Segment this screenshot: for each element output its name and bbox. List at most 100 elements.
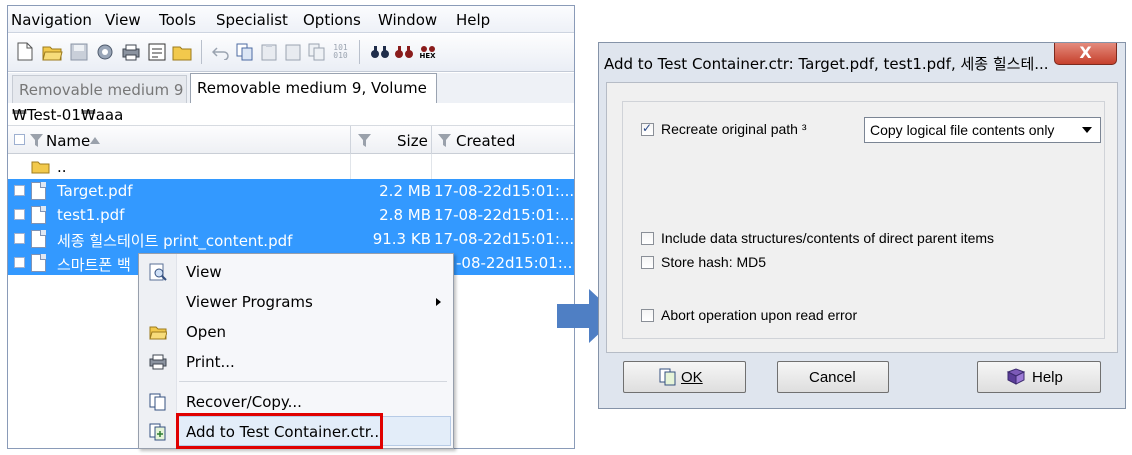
file-created: 17-08-22d15:01:... — [434, 206, 575, 224]
ctx-item-recover-copy[interactable]: Recover/Copy... — [139, 388, 453, 416]
open-folder-icon — [149, 323, 167, 341]
ctx-item-viewer-programs[interactable]: Viewer Programs — [139, 288, 453, 316]
gear-icon[interactable] — [94, 41, 115, 62]
menu-window[interactable]: Window — [378, 11, 437, 29]
properties-icon[interactable] — [146, 41, 167, 62]
created-filter-icon[interactable] — [438, 134, 451, 147]
file-name: 스마트폰 백 — [57, 256, 131, 274]
copy-icon[interactable] — [234, 41, 255, 62]
include-parent-label: Include data structures/contents of dire… — [661, 230, 995, 246]
toolbar-separator — [201, 40, 202, 64]
table-row[interactable]: 세종 힐스테이트 print_content.pdf 91.3 KB 17-08… — [8, 227, 574, 251]
annotation-highlight-box — [176, 413, 383, 449]
filter-icon[interactable] — [30, 134, 43, 147]
column-divider[interactable] — [431, 126, 432, 154]
row-checkbox[interactable] — [14, 233, 25, 244]
recreate-path-label: Recreate original path ³ — [661, 121, 807, 137]
file-icon — [31, 230, 46, 248]
ctx-label: Recover/Copy... — [186, 393, 302, 411]
menu-tools[interactable]: Tools — [159, 11, 196, 29]
store-hash-label: Store hash: MD5 — [661, 254, 767, 270]
ok-icon — [659, 368, 677, 390]
close-button[interactable]: X — [1054, 43, 1117, 65]
file-size: 2.2 MB — [379, 182, 431, 200]
menu-view[interactable]: View — [105, 11, 141, 29]
file-icon — [31, 206, 46, 224]
sort-ascending-icon — [90, 137, 100, 144]
folder-icon[interactable] — [172, 41, 193, 62]
file-created: -08-22d15:01:... — [456, 254, 575, 272]
save-icon[interactable] — [68, 41, 89, 62]
menu-specialist[interactable]: Specialist — [216, 11, 288, 29]
undo-icon[interactable] — [210, 41, 231, 62]
new-doc-icon[interactable] — [14, 41, 35, 62]
file-name: Target.pdf — [57, 182, 133, 200]
ctx-separator — [179, 381, 447, 382]
dialog-title: Add to Test Container.ctr: Target.pdf, t… — [604, 55, 1049, 73]
ctx-label: Print... — [186, 353, 235, 371]
ok-button[interactable]: OK — [623, 361, 746, 393]
menu-navigation[interactable]: Navigation — [11, 11, 92, 29]
search-next-icon[interactable] — [393, 41, 414, 62]
column-divider[interactable] — [350, 126, 351, 154]
menu-bar: Navigation View Tools Specialist Options… — [8, 6, 574, 33]
dialog-body: Recreate original path ³ Copy logical fi… — [606, 82, 1118, 353]
toolbar-separator — [359, 40, 360, 64]
copy-files-icon — [149, 393, 167, 411]
ok-label: OK — [681, 369, 703, 386]
include-parent-checkbox[interactable] — [641, 232, 654, 245]
table-row[interactable]: Target.pdf 2.2 MB 17-08-22d15:01:... — [8, 179, 574, 203]
print-icon[interactable] — [120, 41, 141, 62]
help-button[interactable]: Help — [977, 361, 1101, 393]
file-size: 91.3 KB — [372, 230, 431, 248]
menu-options[interactable]: Options — [303, 11, 361, 29]
paste-icon[interactable] — [258, 41, 279, 62]
add-container-icon — [149, 423, 167, 441]
menu-help[interactable]: Help — [456, 11, 490, 29]
copy-mode-select[interactable]: Copy logical file contents only — [864, 117, 1101, 143]
ctx-item-print[interactable]: Print... — [139, 348, 453, 376]
view-icon — [149, 263, 167, 281]
binary-icon[interactable]: 101 010 — [330, 41, 351, 62]
column-name[interactable]: Name — [46, 132, 90, 150]
add-to-container-dialog: Add to Test Container.ctr: Target.pdf, t… — [598, 42, 1126, 409]
copy2-icon[interactable] — [306, 41, 327, 62]
open-folder-icon[interactable] — [42, 41, 63, 62]
parent-folder-label: .. — [57, 158, 67, 176]
arrow-icon — [557, 304, 591, 328]
file-icon — [31, 182, 46, 200]
row-checkbox[interactable] — [14, 185, 25, 196]
ctx-item-view[interactable]: View — [139, 258, 453, 286]
chevron-down-icon — [1082, 127, 1092, 133]
cancel-button[interactable]: Cancel — [777, 361, 889, 393]
search-icon[interactable] — [369, 41, 390, 62]
cancel-label: Cancel — [809, 369, 856, 386]
copy-mode-value: Copy logical file contents only — [870, 122, 1055, 138]
store-hash-checkbox[interactable] — [641, 256, 654, 269]
file-icon — [31, 254, 46, 272]
abort-on-error-checkbox[interactable] — [641, 309, 654, 322]
toolbar: 101 010 HEX — [8, 34, 574, 72]
file-name: test1.pdf — [57, 206, 125, 224]
ctx-label: Viewer Programs — [186, 293, 313, 311]
row-checkbox[interactable] — [14, 209, 25, 220]
file-name: 세종 힐스테이트 print_content.pdf — [57, 232, 293, 250]
tab-removable-medium-volume[interactable]: Removable medium 9, Volume — [190, 73, 437, 103]
ctx-item-open[interactable]: Open — [139, 318, 453, 346]
column-created[interactable]: Created — [456, 132, 515, 150]
ctx-label: Open — [186, 323, 227, 341]
hex-search-icon[interactable]: HEX — [417, 41, 438, 62]
parent-folder-row[interactable]: .. — [8, 155, 574, 179]
path-breadcrumb: ₩Test-01₩aaa — [8, 103, 574, 126]
table-row[interactable]: test1.pdf 2.8 MB 17-08-22d15:01:... — [8, 203, 574, 227]
tab-removable-medium[interactable]: Removable medium 9 — [12, 75, 187, 103]
clipboard-icon[interactable] — [282, 41, 303, 62]
file-created: 17-08-22d15:01:... — [434, 230, 575, 248]
recreate-path-checkbox[interactable] — [641, 121, 654, 136]
column-size[interactable]: Size — [397, 132, 428, 150]
column-header: Name Size Created — [8, 126, 574, 154]
file-size: 2.8 MB — [379, 206, 431, 224]
select-all-checkbox[interactable] — [14, 134, 25, 145]
row-checkbox[interactable] — [14, 257, 25, 268]
size-filter-icon[interactable] — [358, 134, 371, 147]
